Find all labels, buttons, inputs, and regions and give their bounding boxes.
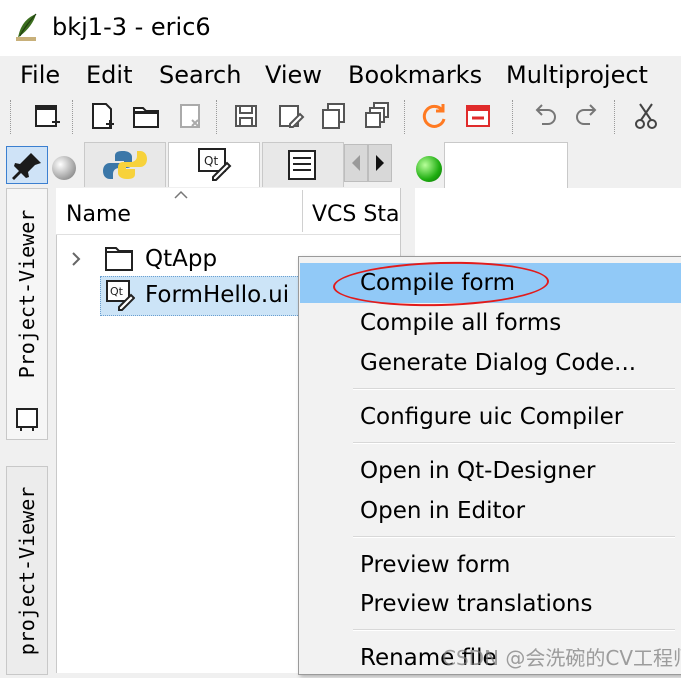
pin-icon [12, 153, 41, 180]
side-tab-project-viewer-2[interactable]: project-Viewer [6, 466, 48, 675]
new-file-icon[interactable] [84, 98, 120, 134]
reload-icon[interactable] [416, 98, 452, 134]
menu-edit[interactable]: Edit [86, 60, 132, 90]
tree-item-label: FormHello.ui [145, 282, 290, 308]
toolbar-separator [72, 100, 75, 134]
menu-item-compile-all-forms[interactable]: Compile all forms [300, 303, 681, 343]
menu-item-label: Configure uic Compiler [360, 404, 624, 430]
tab-scroll-right-button[interactable] [368, 144, 392, 182]
menu-file[interactable]: File [20, 60, 60, 90]
context-menu: Compile form Compile all forms Generate … [298, 256, 681, 675]
watermark: CSDN @会洗碗的CV工程师 [442, 646, 681, 670]
eric-logo-icon [14, 12, 40, 42]
save-icon[interactable] [228, 98, 264, 134]
tree-header: Name VCS Sta [56, 188, 400, 235]
menu-view-label: View [265, 61, 322, 89]
menu-separator [353, 536, 675, 538]
save-copy-icon[interactable] [316, 98, 352, 134]
toolbar-separator [512, 100, 515, 134]
menu-search[interactable]: Search [159, 60, 241, 90]
menu-multiproject[interactable]: Multiproject [506, 60, 648, 90]
tree-item-label: QtApp [145, 246, 218, 272]
menu-item-preview-form[interactable]: Preview form [300, 545, 681, 585]
menu-bookmarks[interactable]: Bookmarks [348, 60, 482, 90]
menu-item-generate-dialog-code[interactable]: Generate Dialog Code... [300, 343, 681, 383]
close-window-icon[interactable] [460, 98, 496, 134]
folder-icon [105, 247, 133, 271]
menu-item-preview-translations[interactable]: Preview translations [300, 584, 681, 624]
side-tab-label: project-Viewer [15, 486, 39, 655]
qt-form-icon: Qt [198, 148, 232, 181]
menu-item-label: Preview form [360, 552, 511, 578]
pin-button[interactable] [6, 146, 48, 184]
python-icon [103, 151, 147, 179]
menu-item-label: Compile all forms [360, 310, 562, 336]
menu-edit-label: Edit [86, 61, 133, 89]
cut-icon[interactable] [628, 98, 664, 134]
menu-bar: File Edit Search View Bookmarks Multipro… [0, 56, 681, 94]
title-bar: bkj1-3 - eric6 [0, 0, 681, 56]
column-header-name[interactable]: Name [66, 202, 131, 228]
document-icon [288, 150, 316, 180]
open-folder-icon[interactable] [128, 98, 164, 134]
status-dot-gray [52, 156, 76, 180]
toolbar-separator [216, 100, 219, 134]
menu-view[interactable]: View [265, 60, 322, 90]
tab-forms[interactable]: Qt [168, 142, 260, 187]
menu-item-label: Open in Editor [360, 498, 526, 524]
close-file-icon[interactable] [172, 98, 208, 134]
menu-separator [353, 629, 675, 631]
svg-text:Qt: Qt [204, 154, 218, 168]
column-separator[interactable] [302, 190, 303, 232]
side-tab-strip: Project-Viewer project-Viewer [0, 140, 54, 675]
svg-text:Qt: Qt [110, 285, 124, 298]
save-as-icon[interactable] [272, 98, 308, 134]
expand-chevron-icon[interactable] [70, 250, 82, 268]
menu-item-open-in-qt-designer[interactable]: Open in Qt-Designer [300, 451, 681, 491]
side-tab-project-viewer[interactable]: Project-Viewer [6, 188, 48, 440]
chevron-right-icon [376, 155, 384, 171]
toolbar [0, 94, 681, 140]
menu-item-configure-uic[interactable]: Configure uic Compiler [300, 397, 681, 437]
toolbar-separator [404, 100, 407, 134]
sort-caret-icon [174, 188, 188, 204]
menu-multiproject-label: Multiproject [506, 61, 648, 89]
toolbar-separator [614, 100, 617, 134]
column-header-vcs[interactable]: VCS Sta [312, 202, 399, 228]
tree-row-formhello[interactable]: Qt FormHello.ui [100, 276, 302, 316]
menu-file-label: File [20, 61, 61, 89]
monitor-icon [15, 407, 39, 433]
menu-separator [353, 442, 675, 444]
menu-bookmarks-label: Bookmarks [348, 61, 483, 89]
window-title: bkj1-3 - eric6 [52, 13, 211, 41]
tab-python[interactable] [84, 142, 166, 187]
new-window-icon[interactable] [28, 98, 64, 134]
menu-item-label: Generate Dialog Code... [360, 350, 637, 376]
toolbar-separator [10, 100, 13, 134]
tab-right-pane[interactable] [444, 142, 568, 189]
undo-icon[interactable] [526, 98, 562, 134]
redo-icon[interactable] [570, 98, 606, 134]
save-all-icon[interactable] [360, 98, 396, 134]
qt-form-icon: Qt [106, 280, 135, 311]
menu-search-label: Search [159, 61, 242, 89]
menu-item-open-in-editor[interactable]: Open in Editor [300, 491, 681, 531]
menu-item-label: Preview translations [360, 591, 593, 617]
menu-separator [353, 388, 675, 390]
menu-item-label: Open in Qt-Designer [360, 458, 596, 484]
status-dot-green [416, 156, 442, 182]
side-tab-label: Project-Viewer [15, 209, 39, 379]
tab-scroll-left-button[interactable] [344, 144, 368, 182]
tab-documents[interactable] [262, 142, 344, 187]
chevron-left-icon [352, 155, 360, 171]
